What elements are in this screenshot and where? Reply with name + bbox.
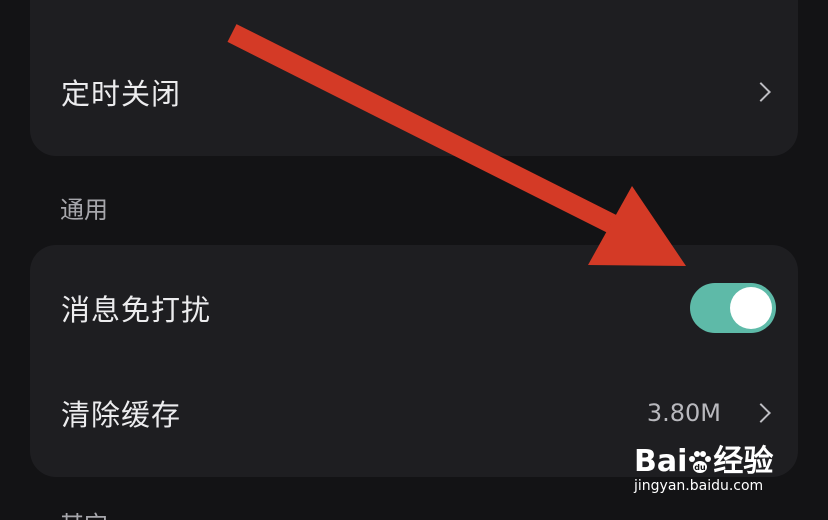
settings-screen: 定时关闭 通用 消息免打扰 清除缓存 3.80M 其它 Bai: [0, 0, 828, 520]
arrow-shaft: [227, 24, 633, 241]
paw-icon: du: [689, 450, 712, 473]
baidu-jingyan-watermark: Bai du 经验 jingyan.baidu.com: [634, 432, 782, 502]
watermark-logo: Bai du 经验: [634, 436, 773, 480]
watermark-brand-right: 经验: [713, 444, 774, 479]
watermark-url: jingyan.baidu.com: [634, 478, 764, 494]
svg-text:du: du: [695, 463, 707, 472]
watermark-brand-left: Bai: [634, 444, 688, 479]
